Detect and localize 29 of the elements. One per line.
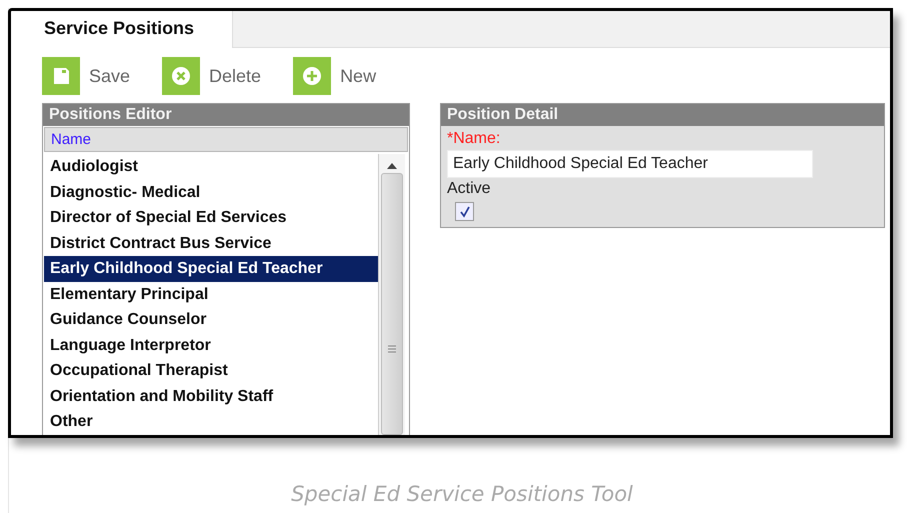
scrollbar[interactable] [378, 154, 405, 435]
save-button[interactable]: Save [42, 57, 130, 95]
list-item[interactable]: Other [44, 409, 378, 434]
list-item[interactable]: Audiologist [44, 154, 378, 180]
field-label: Active [447, 180, 492, 198]
tab[interactable]: Service Positions [11, 11, 232, 48]
active-checkbox[interactable] [455, 202, 474, 221]
panel-title: Position Detail [441, 104, 884, 126]
list-item[interactable]: Language Interpretor [44, 332, 378, 358]
plus-icon [302, 66, 322, 86]
column-header[interactable]: Name [44, 127, 408, 152]
name-field[interactable]: Early Childhood Special Ed Teacher [447, 150, 813, 178]
list-item[interactable]: Director of Special Ed Services [44, 205, 378, 230]
panel-title: Positions Editor [43, 104, 409, 126]
delete-button[interactable]: Delete [162, 57, 262, 95]
grip-icon [388, 345, 396, 353]
list-item[interactable]: Occupational Therapist [44, 358, 378, 384]
list-item[interactable]: Early Childhood Special Ed Teacher [44, 256, 378, 282]
caption: Special Ed Service Positions Tool [290, 482, 634, 506]
list-item[interactable]: Guidance Counselor [44, 307, 378, 332]
list-item[interactable]: District Contract Bus Service [44, 230, 378, 256]
list-item[interactable]: Diagnostic- Medical [44, 180, 378, 205]
new-button[interactable]: New [293, 57, 376, 95]
scroll-up-icon[interactable] [387, 163, 397, 169]
list-item[interactable]: Orientation and Mobility Staff [44, 384, 378, 409]
field-label: *Name: [447, 130, 502, 148]
list-item[interactable]: Elementary Principal [44, 282, 378, 307]
delete-icon [171, 66, 192, 86]
checkmark-icon [458, 206, 470, 218]
